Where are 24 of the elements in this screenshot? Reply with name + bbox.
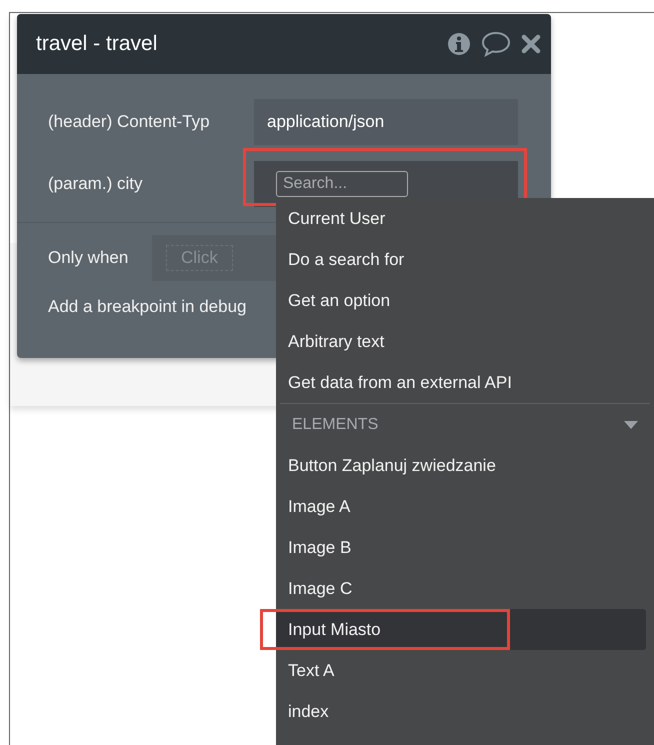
breakpoint-label: Add a breakpoint in debug bbox=[48, 297, 246, 317]
section-title: ELEMENTS bbox=[292, 416, 378, 434]
caret-down-icon[interactable] bbox=[624, 420, 638, 430]
comment-icon[interactable] bbox=[481, 31, 511, 57]
menu-item[interactable]: Image C bbox=[276, 568, 646, 609]
search-field[interactable]: Search... bbox=[276, 171, 408, 197]
menu-item[interactable]: Do a search for bbox=[276, 239, 646, 280]
close-icon[interactable] bbox=[521, 34, 541, 54]
menu-item[interactable]: Arbitrary text bbox=[276, 321, 646, 362]
field-label: (header) Content-Typ bbox=[48, 112, 211, 132]
menu-item[interactable]: Get an option bbox=[276, 280, 646, 321]
menu-item[interactable]: Get data from an external API bbox=[276, 362, 646, 403]
menu-item[interactable]: Button Zaplanuj zwiedzanie bbox=[276, 445, 646, 486]
condition-label: Only when bbox=[48, 248, 130, 268]
menu-item[interactable]: Input Miasto bbox=[276, 609, 646, 650]
menu-item[interactable]: index bbox=[276, 691, 646, 732]
section-header[interactable]: ELEMENTS bbox=[280, 403, 650, 445]
info-icon[interactable] bbox=[447, 32, 471, 56]
menu-item[interactable]: Text A bbox=[276, 650, 646, 691]
menu-item[interactable]: Image B bbox=[276, 527, 646, 568]
menu-item[interactable]: Image A bbox=[276, 486, 646, 527]
panel-title: travel - travel bbox=[36, 32, 158, 56]
value-field[interactable]: application/json bbox=[254, 99, 518, 145]
field-label: (param.) city bbox=[48, 174, 144, 194]
